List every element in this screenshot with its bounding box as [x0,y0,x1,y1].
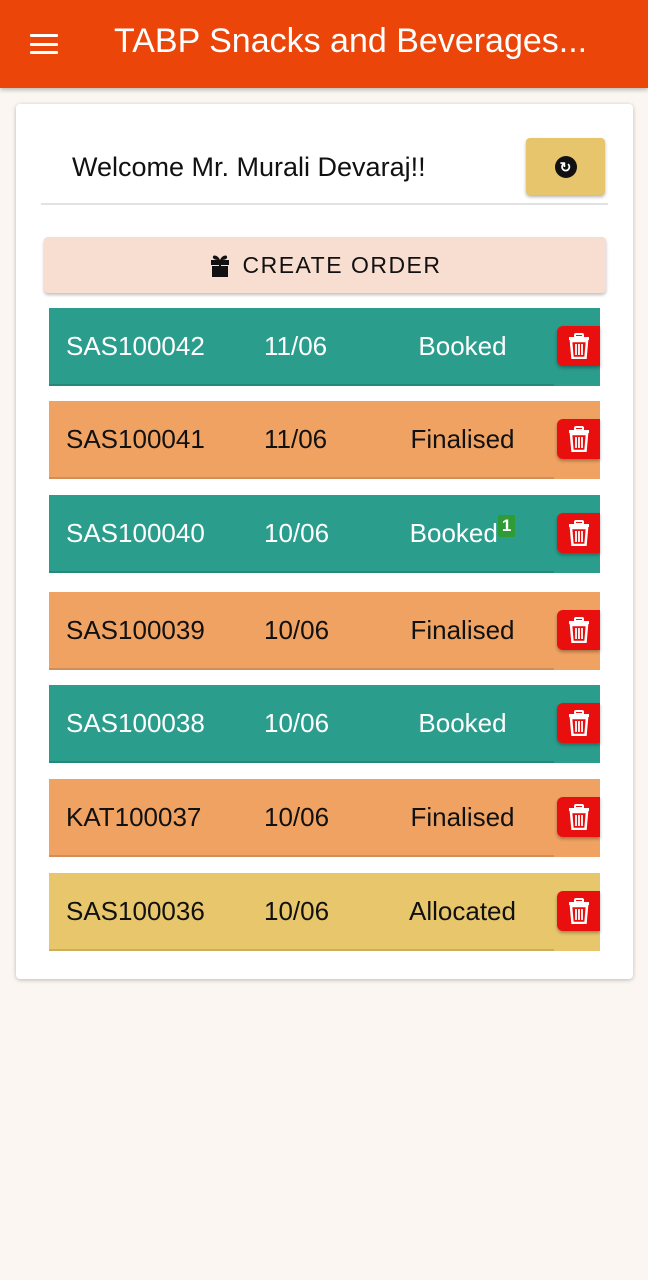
order-id: SAS100039 [66,615,205,645]
order-status-label: Finalised [410,424,515,454]
order-status-label: Booked [409,518,498,548]
order-status: Booked [371,685,554,761]
order-row[interactable]: SAS100042 11/06 Booked [49,308,600,386]
order-id: SAS100038 [66,708,205,738]
row-underline [49,949,554,951]
order-id: KAT100037 [66,802,202,832]
order-id: SAS100042 [66,331,205,361]
create-order-label: CREATE ORDER [242,251,442,278]
row-underline [49,855,554,857]
order-status-label: Finalised [410,615,515,645]
trash-icon [568,426,589,452]
row-underline [49,668,554,670]
order-id: SAS100041 [66,424,205,454]
delete-button[interactable] [557,513,600,553]
create-order-button[interactable]: CREATE ORDER [44,237,606,293]
trash-icon [568,617,589,643]
order-date: 11/06 [264,424,328,454]
order-date: 10/06 [264,708,330,738]
row-underline [49,477,554,479]
notification-badge: 1 [497,515,516,537]
row-underline [49,384,554,386]
order-status-label: Booked [418,708,507,738]
trash-icon [568,804,589,830]
row-underline [49,571,554,573]
trash-icon [568,520,589,546]
divider [41,203,608,205]
order-status: Finalised [371,592,554,668]
orders-card: Welcome Mr. Murali Devaraj!! ↻ CREATE OR… [16,104,633,979]
trash-icon [568,333,589,359]
order-status-label: Finalised [410,802,515,832]
order-id: SAS100036 [66,896,205,926]
order-date: 10/06 [264,802,330,832]
order-status: Booked 1 [371,495,554,571]
order-status-label: Booked [418,331,507,361]
delete-button[interactable] [557,610,600,650]
order-status: Booked [371,308,554,384]
order-date: 11/06 [264,331,328,361]
order-status: Finalised [371,779,554,855]
order-status-label: Allocated [409,896,516,926]
trash-icon [568,898,589,924]
delete-button[interactable] [557,703,600,743]
refresh-icon: ↻ [554,155,577,178]
order-row[interactable]: SAS100040 10/06 Booked 1 [49,495,600,573]
delete-button[interactable] [557,326,600,366]
gift-icon [211,255,230,277]
delete-button[interactable] [557,891,600,931]
app-bar: TABP Snacks and Beverages... [0,0,648,88]
order-status: Finalised [371,401,554,477]
order-date: 10/06 [264,896,330,926]
order-date: 10/06 [264,615,330,645]
order-status: Allocated [371,873,554,949]
menu-icon[interactable] [30,34,58,54]
delete-button[interactable] [557,419,600,459]
order-row[interactable]: SAS100041 11/06 Finalised [49,401,600,479]
order-id: SAS100040 [66,518,205,548]
order-row[interactable]: SAS100038 10/06 Booked [49,685,600,763]
row-underline [49,761,554,763]
order-row[interactable]: SAS100039 10/06 Finalised [49,592,600,670]
app-title: TABP Snacks and Beverages... [114,22,588,60]
refresh-button[interactable]: ↻ [526,138,605,195]
delete-button[interactable] [557,797,600,837]
trash-icon [568,710,589,736]
welcome-text: Welcome Mr. Murali Devaraj!! [72,152,426,182]
order-row[interactable]: SAS100036 10/06 Allocated [49,873,600,951]
order-date: 10/06 [264,518,330,548]
order-row[interactable]: KAT100037 10/06 Finalised [49,779,600,857]
